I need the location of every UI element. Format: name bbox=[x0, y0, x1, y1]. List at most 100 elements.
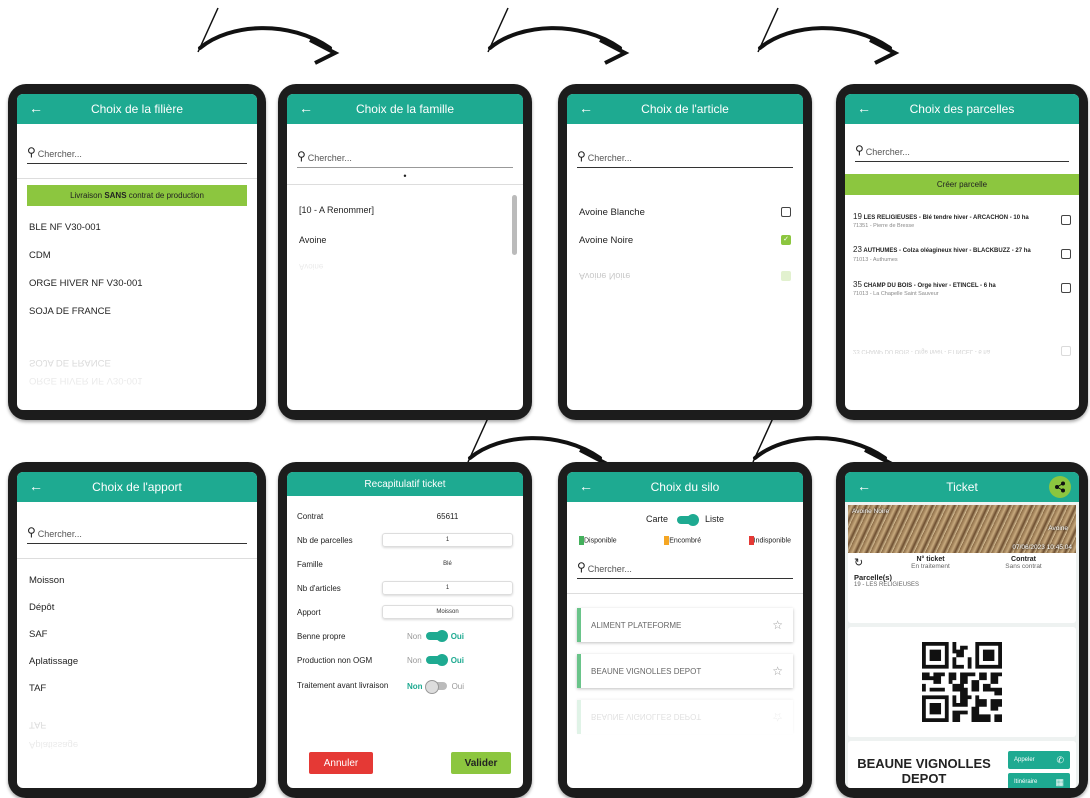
parcel-row[interactable]: 23 AUTHUMES - Colza oléagineux hiver - B… bbox=[845, 235, 1079, 273]
parcel-number: 35 bbox=[853, 279, 862, 289]
call-button-label: Appeler bbox=[1014, 757, 1035, 763]
recap-label: Apport bbox=[297, 607, 321, 617]
legend-label: Indisponible bbox=[753, 537, 791, 545]
search-input[interactable]: ⚲ Chercher... bbox=[27, 518, 247, 544]
search-input[interactable]: ⚲ Chercher... bbox=[577, 142, 793, 168]
legend-item: Encombré bbox=[664, 536, 701, 545]
reflection-item: TAF bbox=[29, 719, 47, 730]
app-bar: ← Choix des parcelles bbox=[845, 94, 1079, 124]
view-mode-toggle[interactable] bbox=[676, 513, 699, 526]
photo-sublabel: Avoine bbox=[1048, 525, 1068, 532]
back-arrow-icon[interactable]: ← bbox=[29, 478, 43, 494]
reflection-item: Avoine Noire bbox=[579, 271, 631, 281]
app-bar: Recapitulatif ticket bbox=[287, 472, 523, 496]
screen-title: Ticket bbox=[946, 480, 978, 494]
parcel-title: LES RELIGIEUSES - Blé tendre hiver - ARC… bbox=[863, 214, 1029, 221]
benne-toggle[interactable] bbox=[425, 630, 448, 642]
route-button[interactable]: Itinéraire ▦ bbox=[1008, 773, 1070, 788]
parcel-row[interactable]: 35 CHAMP DU BOIS - Orge hiver - ETINCEL … bbox=[845, 273, 1079, 303]
parcel-checkbox[interactable] bbox=[1061, 283, 1071, 293]
create-parcel-button[interactable]: Créer parcelle bbox=[845, 174, 1079, 195]
toggle-on-label: Oui bbox=[451, 681, 465, 691]
recap-row: Nb d'articles 1 bbox=[287, 576, 523, 600]
ticket-status: En traitement bbox=[911, 563, 950, 570]
no-contract-button[interactable]: Livraison SANS contrat de production bbox=[27, 185, 247, 206]
parcel-checkbox[interactable] bbox=[1061, 249, 1071, 259]
app-bar: ← Choix de la filière bbox=[17, 94, 257, 124]
reflection-item: Avoine bbox=[299, 262, 324, 271]
tablet-ticket: ← Ticket Avoine Noire Avoine 07/06/2023 … bbox=[836, 462, 1088, 798]
call-button[interactable]: Appeler ✆ bbox=[1008, 751, 1070, 769]
app-bar: ← Choix du silo bbox=[567, 472, 803, 502]
recap-row: Nb de parcelles 1 bbox=[287, 528, 523, 552]
recap-row: Famille Blé bbox=[287, 552, 523, 576]
list-item[interactable]: CDM bbox=[17, 250, 257, 278]
search-input[interactable]: ⚲ Chercher... bbox=[297, 142, 513, 168]
list-item[interactable]: SOJA DE FRANCE bbox=[17, 306, 257, 334]
back-arrow-icon[interactable]: ← bbox=[579, 100, 593, 116]
parcel-subtitle: 71351 - Pierre de Bresse bbox=[853, 222, 915, 229]
banner-post: contrat de production bbox=[126, 191, 204, 200]
scrollbar[interactable] bbox=[512, 195, 517, 255]
silo-card: BEAUNE VIGNOLLES DEPOT Appeler ✆ Itinéra… bbox=[848, 741, 1076, 788]
favorite-star-icon[interactable]: ☆ bbox=[772, 618, 783, 632]
search-placeholder: Chercher... bbox=[587, 564, 632, 574]
search-placeholder: Chercher... bbox=[37, 149, 82, 159]
tablet-article: ← Choix de l'article ⚲ Chercher... Avoin… bbox=[558, 84, 812, 420]
article-row[interactable]: Avoine Blanche bbox=[567, 198, 803, 226]
list-item[interactable]: Aplatissage bbox=[17, 656, 257, 683]
view-mode-switch[interactable]: Carte Liste bbox=[567, 513, 803, 526]
article-label: Avoine Noire bbox=[579, 234, 634, 246]
ogm-toggle[interactable] bbox=[425, 654, 448, 666]
silo-card[interactable]: ALIMENT PLATEFORME ☆ bbox=[577, 608, 793, 642]
article-checkbox[interactable]: ✓ bbox=[781, 235, 791, 245]
refresh-icon[interactable]: ↻ bbox=[854, 556, 884, 569]
back-arrow-icon[interactable]: ← bbox=[579, 478, 593, 494]
legend: Disponible Encombré Indisponible bbox=[567, 536, 803, 545]
article-checkbox[interactable] bbox=[781, 207, 791, 217]
list-item[interactable]: Dépôt bbox=[17, 602, 257, 629]
reflection-number: 23 bbox=[853, 348, 860, 354]
screen-ticket: ← Ticket Avoine Noire Avoine 07/06/2023 … bbox=[845, 472, 1079, 788]
recap-contract-value: 65611 bbox=[436, 511, 459, 521]
back-arrow-icon[interactable]: ← bbox=[857, 478, 871, 494]
silo-card[interactable]: BEAUNE VIGNOLLES DEPOT ☆ bbox=[577, 654, 793, 688]
recap-label: Famille bbox=[297, 559, 323, 569]
article-row[interactable]: Avoine Noire ✓ bbox=[567, 226, 803, 254]
tablet-famille: ← Choix de la famille ⚲ Chercher... • [1… bbox=[278, 84, 532, 420]
flow-arrow-1-icon bbox=[197, 7, 340, 65]
list-item[interactable]: ORGE HIVER NF V30-001 bbox=[17, 278, 257, 306]
tablet-parcelles: ← Choix des parcelles ⚲ Chercher... Crée… bbox=[836, 84, 1088, 420]
search-placeholder: Chercher... bbox=[307, 153, 352, 163]
search-icon: ⚲ bbox=[27, 525, 36, 539]
screen-article: ← Choix de l'article ⚲ Chercher... Avoin… bbox=[567, 94, 803, 410]
back-arrow-icon[interactable]: ← bbox=[857, 100, 871, 116]
back-arrow-icon[interactable]: ← bbox=[29, 100, 43, 116]
reflection-star-icon: ☆ bbox=[772, 710, 783, 724]
search-input[interactable]: ⚲ Chercher... bbox=[855, 136, 1069, 162]
loading-dot: • bbox=[287, 171, 523, 185]
search-input[interactable]: ⚲ Chercher... bbox=[27, 138, 247, 164]
banner-pre: Livraison bbox=[70, 191, 105, 200]
share-icon[interactable] bbox=[1049, 476, 1071, 498]
parcel-checkbox[interactable] bbox=[1061, 215, 1071, 225]
cancel-button[interactable]: Annuler bbox=[309, 752, 373, 774]
traitement-toggle[interactable] bbox=[424, 680, 447, 694]
map-icon: ▦ bbox=[1055, 776, 1064, 787]
list-item[interactable]: [10 - A Renommer] bbox=[287, 195, 523, 225]
favorite-star-icon[interactable]: ☆ bbox=[772, 664, 783, 678]
parcel-row[interactable]: 19 LES RELIGIEUSES - Blé tendre hiver - … bbox=[845, 205, 1079, 235]
validate-button[interactable]: Valider bbox=[451, 752, 511, 774]
list-item[interactable]: SAF bbox=[17, 629, 257, 656]
screen-title: Choix de la famille bbox=[355, 102, 455, 116]
list-item[interactable]: Avoine bbox=[287, 225, 523, 255]
search-icon: ⚲ bbox=[27, 145, 36, 159]
screen-title: Choix de la filière bbox=[90, 102, 184, 116]
list-item[interactable]: Moisson bbox=[17, 575, 257, 602]
list-item[interactable]: TAF bbox=[17, 683, 257, 710]
parcel-number: 23 bbox=[853, 244, 862, 254]
back-arrow-icon[interactable]: ← bbox=[299, 100, 313, 116]
search-input[interactable]: ⚲ Chercher... bbox=[577, 553, 793, 579]
screen-title: Choix du silo bbox=[650, 480, 720, 494]
list-item[interactable]: BLE NF V30-001 bbox=[17, 222, 257, 250]
